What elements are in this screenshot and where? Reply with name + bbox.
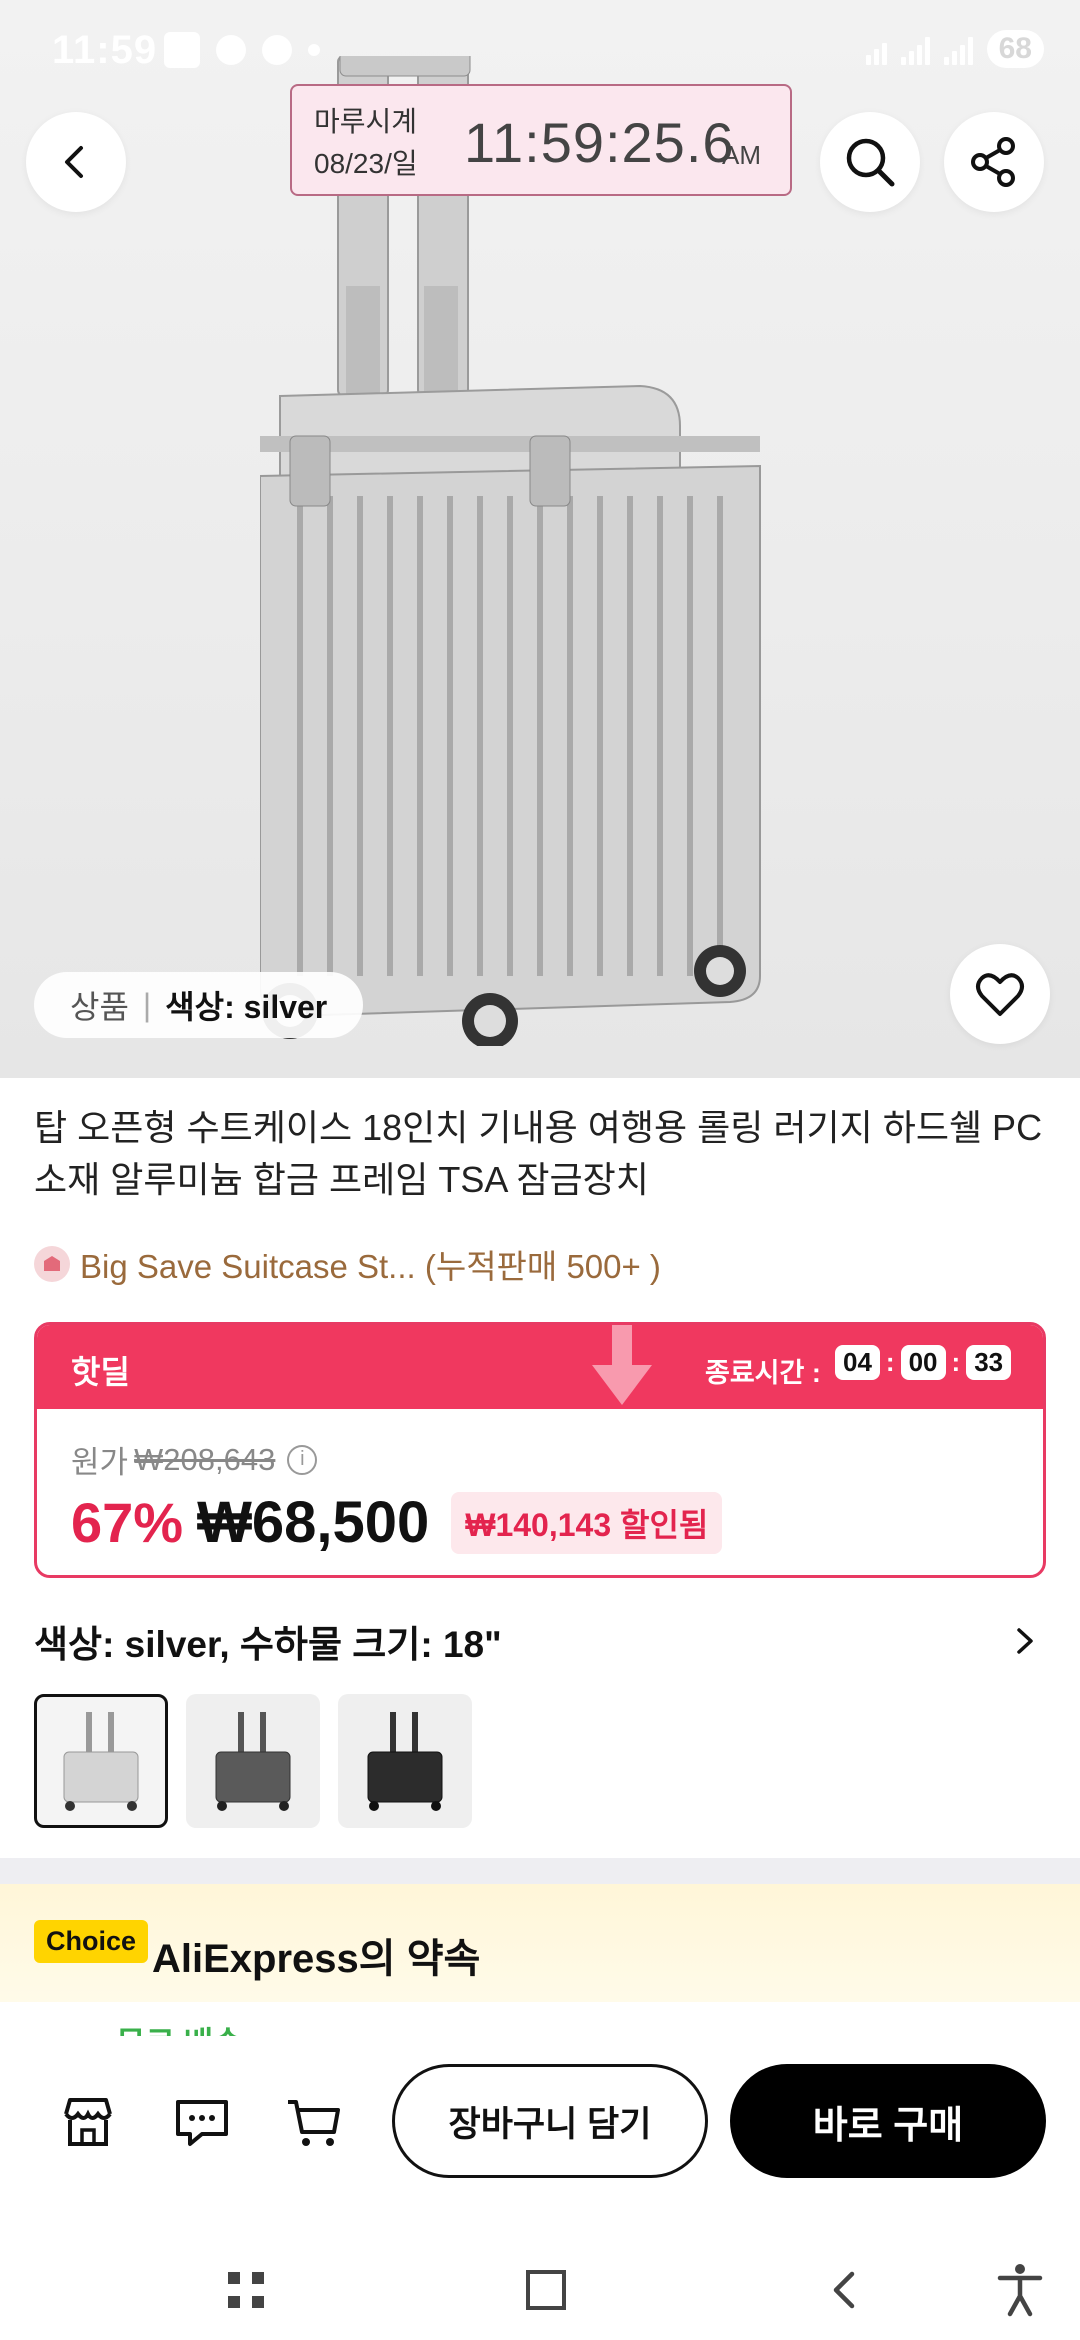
sale-price: ₩68,500 bbox=[197, 1490, 430, 1555]
clock-ampm: AM bbox=[722, 140, 761, 170]
down-arrow-icon bbox=[592, 1325, 652, 1405]
search-button[interactable] bbox=[820, 112, 920, 212]
chat-button[interactable] bbox=[170, 2090, 234, 2154]
notification-icon bbox=[164, 32, 200, 68]
more-notifications-icon bbox=[308, 44, 320, 56]
deal-end-label: 종료시간 : bbox=[705, 1358, 821, 1388]
recent-apps-icon bbox=[228, 2272, 264, 2308]
store-name: Big Save Suitcase St... (누적판매 500+ ) bbox=[80, 1248, 661, 1285]
add-to-cart-button[interactable]: 장바구니 담기 bbox=[392, 2064, 708, 2178]
heart-icon bbox=[976, 973, 1024, 1016]
discount-percent: 67% bbox=[71, 1491, 184, 1554]
free-shipping-label: 무료 배송 bbox=[116, 2018, 243, 2038]
choice-banner[interactable]: Choice AliExpress의 약속 bbox=[0, 1884, 1080, 2002]
chat-icon bbox=[176, 2100, 228, 2146]
variant-thumbnails bbox=[34, 1694, 472, 1828]
variant-thumb-gray[interactable] bbox=[186, 1694, 320, 1828]
store-button[interactable] bbox=[56, 2090, 120, 2154]
share-button[interactable] bbox=[944, 112, 1044, 212]
variant-thumb-silver[interactable] bbox=[34, 1694, 168, 1828]
notification-icon bbox=[216, 35, 246, 65]
choice-tag: Choice bbox=[34, 1920, 149, 1963]
status-time: 11:59 bbox=[52, 28, 158, 72]
cart-icon bbox=[288, 2100, 340, 2146]
wifi-icon bbox=[865, 33, 887, 65]
countdown-separator: : bbox=[885, 1347, 895, 1377]
back-button[interactable] bbox=[26, 112, 126, 212]
free-shipping-row[interactable]: 무료 배송 bbox=[0, 2002, 1080, 2038]
home-square-icon bbox=[526, 2270, 566, 2310]
store-link[interactable]: Big Save Suitcase St... (누적판매 500+ ) bbox=[34, 1240, 661, 1288]
variant-summary[interactable]: 색상: silver, 수하물 크기: 18" bbox=[34, 1614, 502, 1668]
notification-icon bbox=[262, 35, 292, 65]
accessibility-button[interactable] bbox=[988, 2258, 1052, 2322]
deal-countdown: 04 : 00 : 33 bbox=[835, 1345, 1012, 1380]
chip-divider: | bbox=[142, 986, 152, 1023]
recent-apps-button[interactable] bbox=[214, 2258, 278, 2322]
saved-amount-badge: ₩140,143 할인됨 bbox=[451, 1491, 723, 1554]
clock-time: 11:59:25.6 bbox=[464, 111, 735, 174]
system-back-button[interactable] bbox=[814, 2258, 878, 2322]
chevron-right-icon[interactable] bbox=[1012, 1626, 1038, 1656]
countdown-seconds: 33 bbox=[966, 1345, 1012, 1380]
original-price-row: 원가 ₩208,643 i bbox=[71, 1437, 318, 1482]
countdown-minutes: 00 bbox=[900, 1345, 946, 1380]
back-arrow-icon bbox=[833, 2271, 855, 2309]
signal-icon bbox=[900, 33, 930, 65]
wishlist-button[interactable] bbox=[950, 944, 1050, 1044]
image-variant-chip[interactable]: 상품 | 색상: silver bbox=[34, 972, 364, 1038]
original-price-label: 원가 bbox=[71, 1445, 129, 1480]
share-icon bbox=[971, 137, 1015, 187]
price-row: 67% ₩68,500 ₩140,143 할인됨 bbox=[71, 1489, 723, 1556]
store-badge-icon bbox=[34, 1246, 70, 1282]
clock-brand: 마루시계 bbox=[314, 106, 418, 137]
battery-indicator: 68 bbox=[986, 30, 1044, 68]
choice-banner-text: AliExpress의 약속 bbox=[152, 1937, 481, 1981]
status-system-icons: 68 bbox=[865, 30, 1044, 68]
accessibility-icon bbox=[997, 2264, 1043, 2317]
clock-overlay: 마루시계 08/23/일 11:59:25.6 AM bbox=[290, 84, 792, 196]
home-button[interactable] bbox=[514, 2258, 578, 2322]
store-icon bbox=[64, 2098, 112, 2146]
original-price: ₩208,643 bbox=[134, 1441, 276, 1477]
hot-deal-card: 핫딜 종료시간 : 04 : 00 : 33 원가 ₩208,643 i 67%… bbox=[34, 1322, 1046, 1578]
info-icon[interactable]: i bbox=[287, 1444, 318, 1475]
section-divider bbox=[0, 1858, 1080, 1884]
cart-button[interactable] bbox=[282, 2090, 346, 2154]
status-notification-icons bbox=[164, 32, 320, 68]
hot-deal-label: 핫딜 bbox=[71, 1354, 130, 1390]
system-navigation-bar bbox=[0, 2236, 1080, 2340]
search-icon bbox=[846, 138, 895, 187]
buy-now-button[interactable]: 바로 구매 bbox=[730, 2064, 1046, 2178]
chevron-left-icon bbox=[65, 146, 83, 178]
bottom-action-bar: 장바구니 담기 바로 구매 bbox=[0, 2036, 1080, 2236]
product-title: 탑 오픈형 수트케이스 18인치 기내용 여행용 롤링 러기지 하드쉘 PC 소… bbox=[34, 1107, 1043, 1200]
chip-product-label: 상품 bbox=[70, 989, 129, 1025]
signal-icon bbox=[943, 33, 973, 65]
countdown-hours: 04 bbox=[835, 1345, 880, 1380]
clock-date: 08/23/일 bbox=[314, 148, 418, 179]
variant-thumb-black[interactable] bbox=[338, 1694, 472, 1828]
product-image bbox=[260, 56, 761, 1046]
hot-deal-header: 핫딜 종료시간 : 04 : 00 : 33 bbox=[37, 1325, 1043, 1409]
product-image-gallery[interactable]: 11:59 68 마루시계 08/23/일 11:59:25.6 AM 상품 |… bbox=[0, 0, 1080, 1078]
countdown-separator: : bbox=[951, 1347, 961, 1377]
chip-selected-variant: 색상: silver bbox=[165, 989, 328, 1025]
